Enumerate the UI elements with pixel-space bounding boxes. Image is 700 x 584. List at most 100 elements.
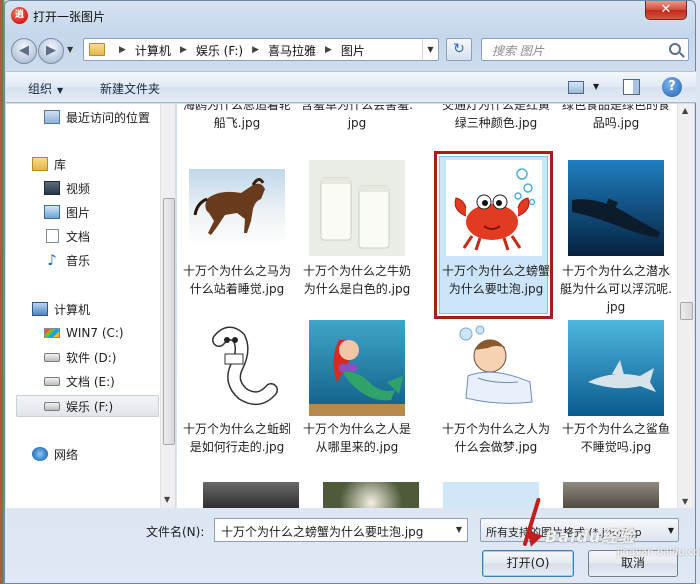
recent-places-icon <box>44 110 60 124</box>
breadcrumb-pictures[interactable]: 图片 <box>341 42 365 59</box>
nav-item-videos[interactable]: 视频 <box>44 177 175 199</box>
network-icon <box>32 447 48 461</box>
breadcrumb-separator-icon[interactable]: ▶ <box>325 45 332 55</box>
file-item[interactable]: 十万个为什么之马为什么站着睡觉.jpg <box>181 160 293 320</box>
nav-item-pictures[interactable]: 图片 <box>44 201 175 223</box>
partial-thumbnail[interactable] <box>563 482 659 508</box>
crab-thumbnail <box>446 160 542 256</box>
nav-item-drive-c[interactable]: WIN7 (C:) <box>44 322 175 344</box>
scrollbar-thumb[interactable] <box>680 302 693 320</box>
nav-item-drive-d[interactable]: 软件 (D:) <box>44 346 175 368</box>
nav-item-label: 音乐 <box>66 253 91 268</box>
earthworm-thumbnail <box>189 320 285 416</box>
partial-thumbnail[interactable] <box>203 482 299 508</box>
open-button[interactable]: 打开(O) <box>482 550 574 577</box>
refresh-button[interactable]: ↻ <box>446 38 472 61</box>
file-item[interactable]: 十万个为什么之蚯蚓是如何行走的.jpg <box>181 320 293 480</box>
scroll-down-icon[interactable]: ▼ <box>164 495 170 504</box>
file-item[interactable]: 绿色食品是绿色的食品吗.jpg <box>560 104 672 132</box>
nav-item-music[interactable]: ♪ 音乐 <box>44 249 175 271</box>
breadcrumb-separator-icon[interactable]: ▶ <box>252 45 259 55</box>
file-name: 十万个为什么之牛奶为什么是白色的.jpg <box>302 264 411 296</box>
preview-pane-icon[interactable] <box>623 79 640 95</box>
file-list[interactable]: 海鸥为什么总追着轮船飞.jpg 含羞草为什么会害羞.jpg 交通灯为什么是红黄绿… <box>177 104 677 508</box>
filename-value: 十万个为什么之螃蟹为什么要吐泡.jpg <box>221 525 424 539</box>
video-icon <box>44 181 60 195</box>
nav-item-network[interactable]: 网络 <box>32 443 175 465</box>
file-name: 交通灯为什么是红黄绿三种颜色.jpg <box>441 104 550 130</box>
breadcrumb: ▶ 计算机 ▶ 娱乐 (F:) ▶ 喜马拉雅 ▶ 图片 <box>110 42 365 58</box>
mermaid-thumbnail <box>309 320 405 416</box>
nav-item-recent-places[interactable]: 最近访问的位置 <box>44 106 175 128</box>
search-input[interactable]: 搜索 图片 <box>481 38 689 61</box>
nav-item-computer[interactable]: 计算机 <box>32 298 175 320</box>
music-icon: ♪ <box>47 251 57 269</box>
chevron-down-icon[interactable]: ▼ <box>668 526 674 535</box>
open-image-dialog: 逍 打开一张图片 ✕ ◀ ▶ ▼ ▶ 计算机 ▶ 娱乐 (F:) ▶ 喜马拉雅 … <box>4 0 700 584</box>
horse-thumbnail <box>189 160 285 256</box>
file-item[interactable]: 交通灯为什么是红黄绿三种颜色.jpg <box>440 104 552 132</box>
nav-item-drive-e[interactable]: 文档 (E:) <box>44 370 175 392</box>
filename-label: 文件名(N): <box>146 525 205 539</box>
file-name: 十万个为什么之潜水艇为什么可以浮沉呢.jpg <box>560 264 672 314</box>
address-bar[interactable]: ▶ 计算机 ▶ 娱乐 (F:) ▶ 喜马拉雅 ▶ 图片 ▼ <box>83 38 439 61</box>
partial-thumbnail[interactable] <box>443 482 539 508</box>
nav-pane-scrollbar[interactable]: ▼ <box>160 104 175 508</box>
file-name: 十万个为什么之鲨鱼不睡觉吗.jpg <box>561 422 670 454</box>
forward-button[interactable]: ▶ <box>38 38 64 64</box>
file-name: 十万个为什么之螃蟹为什么要吐泡.jpg <box>441 264 550 296</box>
drive-icon <box>44 401 60 411</box>
command-toolbar: 组织 ▼ 新建文件夹 ▼ ? <box>6 71 696 103</box>
scroll-down-icon[interactable]: ▼ <box>682 497 688 506</box>
nav-item-drive-f[interactable]: 娱乐 (F:) <box>16 395 159 417</box>
watermark-logo: Baidu经验 <box>545 527 636 546</box>
documents-icon <box>46 229 59 243</box>
help-icon[interactable]: ? <box>662 77 682 97</box>
drive-icon <box>44 352 60 362</box>
view-options-dropdown-icon[interactable]: ▼ <box>593 82 599 91</box>
partial-thumbnail[interactable] <box>323 482 419 508</box>
file-item[interactable]: 海鸥为什么总追着轮船飞.jpg <box>181 104 293 132</box>
organize-button[interactable]: 组织 ▼ <box>28 80 63 97</box>
library-icon <box>32 157 48 171</box>
nav-item-library[interactable]: 库 <box>32 153 175 175</box>
recent-locations-dropdown-icon[interactable]: ▼ <box>67 45 73 54</box>
file-item[interactable]: 十万个为什么之鲨鱼不睡觉吗.jpg <box>560 320 672 480</box>
milk-glasses-thumbnail <box>309 160 405 256</box>
nav-item-label: 库 <box>54 157 67 172</box>
file-item[interactable]: 十万个为什么之人为什么会做梦.jpg <box>440 320 552 480</box>
nav-item-label: 软件 (D:) <box>66 350 117 365</box>
nav-item-documents[interactable]: 文档 <box>44 225 175 247</box>
dreaming-boy-thumbnail <box>448 320 544 416</box>
nav-item-label: WIN7 (C:) <box>66 326 124 340</box>
back-button[interactable]: ◀ <box>11 38 37 64</box>
file-item[interactable]: 十万个为什么之潜水艇为什么可以浮沉呢.jpg <box>560 160 672 320</box>
filename-dropdown-icon[interactable]: ▼ <box>451 519 467 541</box>
breadcrumb-himalaya[interactable]: 喜马拉雅 <box>268 42 316 59</box>
address-dropdown-icon[interactable]: ▼ <box>422 39 438 60</box>
file-name: 绿色食品是绿色的食品吗.jpg <box>561 104 670 130</box>
change-view-icon[interactable] <box>568 81 584 94</box>
breadcrumb-computer[interactable]: 计算机 <box>135 42 171 59</box>
breadcrumb-drive-f[interactable]: 娱乐 (F:) <box>196 42 243 59</box>
filename-input[interactable]: 十万个为什么之螃蟹为什么要吐泡.jpg ▼ <box>214 518 468 542</box>
navigation-pane[interactable]: 最近访问的位置 库 视频 图片 文档 ♪ 音乐 计算机 WIN7 (C:) 软件… <box>6 104 176 508</box>
file-list-scrollbar[interactable]: ▲ ▼ <box>677 104 694 508</box>
file-item[interactable]: 十万个为什么之人是从哪里来的.jpg <box>301 320 413 480</box>
file-item-selected[interactable]: 十万个为什么之螃蟹为什么要吐泡.jpg <box>440 160 552 320</box>
pictures-icon <box>44 205 60 219</box>
file-item[interactable]: 十万个为什么之牛奶为什么是白色的.jpg <box>301 160 413 320</box>
file-name: 含羞草为什么会害羞.jpg <box>301 104 413 130</box>
breadcrumb-separator-icon[interactable]: ▶ <box>119 45 126 55</box>
nav-item-label: 视频 <box>66 181 91 196</box>
close-button[interactable]: ✕ <box>645 1 687 20</box>
scrollbar-thumb[interactable] <box>163 198 175 445</box>
file-name: 海鸥为什么总追着轮船飞.jpg <box>182 104 291 130</box>
new-folder-button[interactable]: 新建文件夹 <box>100 80 160 97</box>
nav-item-label: 娱乐 (F:) <box>66 399 114 414</box>
file-item[interactable]: 含羞草为什么会害羞.jpg <box>301 104 413 132</box>
search-icon[interactable] <box>669 43 681 55</box>
drive-icon <box>44 376 60 386</box>
scroll-up-icon[interactable]: ▲ <box>682 106 688 115</box>
breadcrumb-separator-icon[interactable]: ▶ <box>180 45 187 55</box>
